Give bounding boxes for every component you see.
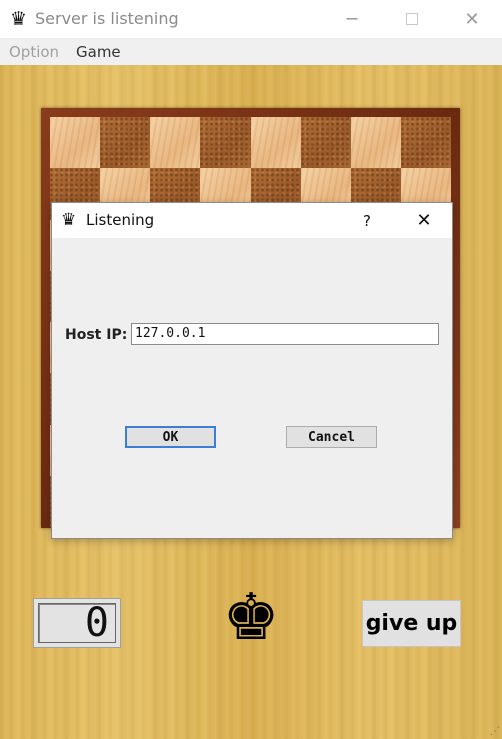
dialog-close-button[interactable]: ✕ <box>404 203 444 238</box>
maximize-button[interactable] <box>382 0 442 38</box>
close-button[interactable]: ✕ <box>442 0 502 38</box>
menu-option[interactable]: Option <box>9 43 59 61</box>
give-up-button[interactable]: give up <box>362 600 461 647</box>
resize-grip-icon[interactable]: ⋰ <box>490 726 500 737</box>
maximize-icon <box>406 13 418 25</box>
host-ip-input[interactable] <box>131 323 439 345</box>
minimize-icon: ─ <box>346 8 358 30</box>
close-icon: ✕ <box>416 210 432 231</box>
queen-icon: ♛ <box>10 8 28 30</box>
board-square[interactable] <box>150 117 201 169</box>
minimize-button[interactable]: ─ <box>322 0 382 38</box>
queen-icon: ♛ <box>61 210 77 230</box>
menu-game[interactable]: Game <box>76 43 121 61</box>
counter-value: 0 <box>38 600 116 646</box>
board-square[interactable] <box>350 117 401 169</box>
help-button[interactable]: ? <box>352 203 382 238</box>
close-icon: ✕ <box>464 8 480 30</box>
window-title-bar: ♛ Server is listening ─ ✕ <box>0 0 502 38</box>
cancel-button[interactable]: Cancel <box>286 426 377 448</box>
dialog-title: Listening <box>86 211 155 229</box>
ok-button[interactable]: OK <box>125 426 216 448</box>
king-icon: ♚ <box>222 581 280 655</box>
menu-bar: Option Game <box>0 38 502 65</box>
dialog-title-bar: ♛ Listening ? ✕ <box>52 203 452 238</box>
window-title: Server is listening <box>35 9 179 28</box>
board-square[interactable] <box>300 117 351 169</box>
board-square[interactable] <box>250 117 301 169</box>
score-counter: 0 <box>33 598 121 648</box>
host-ip-label: Host IP: <box>65 327 128 343</box>
listening-dialog: ♛ Listening ? ✕ Host IP: OK Cancel <box>51 202 453 539</box>
board-square[interactable] <box>400 117 451 169</box>
board-square[interactable] <box>50 117 101 169</box>
board-square[interactable] <box>100 117 151 169</box>
board-square[interactable] <box>200 117 251 169</box>
